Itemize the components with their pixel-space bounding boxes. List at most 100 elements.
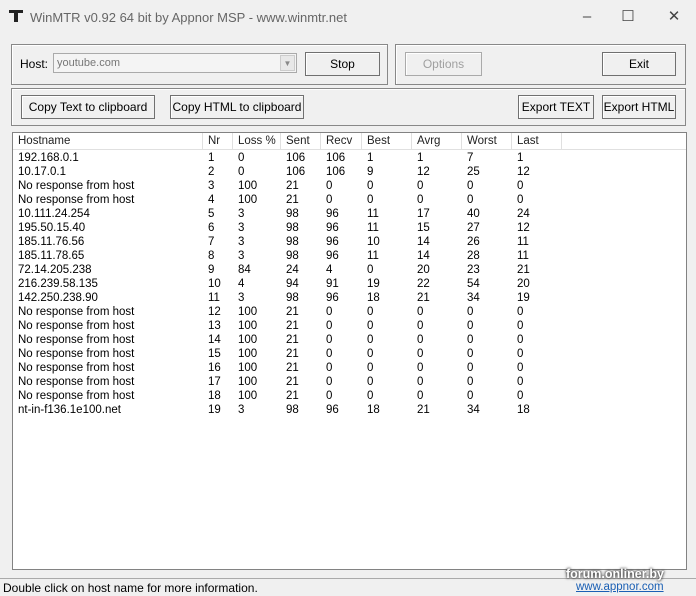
cell-recv: 0: [326, 376, 333, 388]
chevron-down-icon[interactable]: ▼: [280, 55, 295, 71]
cell-last: 1: [517, 152, 524, 164]
host-combobox[interactable]: youtube.com ▼: [53, 53, 297, 73]
cell-recv: 4: [326, 264, 333, 276]
table-row[interactable]: No response from host 16 100 21 0 0 0 0 0: [13, 361, 573, 375]
table-row[interactable]: No response from host 4 100 21 0 0 0 0 0: [13, 193, 573, 207]
cell-recv: 0: [326, 306, 333, 318]
appnor-link[interactable]: www.appnor.com: [576, 581, 664, 593]
table-row[interactable]: 10.17.0.1 2 0 106 106 9 12 25 12: [13, 165, 573, 179]
column-header-worst[interactable]: Worst: [462, 133, 512, 150]
cell-avrg: 0: [417, 180, 424, 192]
cell-worst: 0: [467, 180, 474, 192]
cell-avrg: 12: [417, 166, 430, 178]
cell-nr: 7: [208, 236, 215, 248]
column-header-loss[interactable]: Loss %: [233, 133, 281, 150]
cell-loss: 3: [238, 404, 245, 416]
cell-loss: 100: [238, 194, 258, 206]
cell-best: 0: [367, 264, 374, 276]
cell-worst: 25: [467, 166, 480, 178]
table-row[interactable]: No response from host 18 100 21 0 0 0 0 0: [13, 389, 573, 403]
cell-avrg: 0: [417, 334, 424, 346]
cell-last: 0: [517, 194, 524, 206]
table-row[interactable]: 185.11.78.65 8 3 98 96 11 14 28 11: [13, 249, 573, 263]
maximize-button[interactable]: ☐: [613, 6, 643, 28]
cell-loss: 100: [238, 306, 258, 318]
options-button[interactable]: Options: [405, 52, 482, 76]
table-row[interactable]: 72.14.205.238 9 84 24 4 0 20 23 21: [13, 263, 573, 277]
cell-worst: 26: [467, 236, 480, 248]
cell-worst: 28: [467, 250, 480, 262]
cell-sent: 98: [286, 222, 299, 234]
window-title: WinMTR v0.92 64 bit by Appnor MSP - www.…: [30, 10, 347, 25]
cell-recv: 0: [326, 348, 333, 360]
watermark: forum.onliner.by: [566, 567, 664, 581]
table-row[interactable]: No response from host 17 100 21 0 0 0 0 0: [13, 375, 573, 389]
copy-text-button[interactable]: Copy Text to clipboard: [21, 95, 155, 119]
cell-sent: 98: [286, 236, 299, 248]
column-header-last[interactable]: Last: [512, 133, 562, 150]
host-input[interactable]: youtube.com: [57, 57, 120, 69]
cell-last: 0: [517, 334, 524, 346]
close-button[interactable]: ✕: [659, 6, 689, 28]
app-icon: [9, 10, 23, 22]
copy-html-button[interactable]: Copy HTML to clipboard: [170, 95, 304, 119]
column-header-nr[interactable]: Nr: [203, 133, 233, 150]
results-table[interactable]: Hostname Nr Loss % Sent Recv Best Avrg Worst Las…: [12, 132, 687, 570]
column-header-best[interactable]: Best: [362, 133, 412, 150]
cell-sent: 21: [286, 334, 299, 346]
cell-nr: 1: [208, 152, 215, 164]
minimize-button[interactable]: –: [572, 6, 602, 28]
cell-worst: 0: [467, 334, 474, 346]
cell-nr: 17: [208, 376, 221, 388]
cell-nr: 12: [208, 306, 221, 318]
cell-avrg: 15: [417, 222, 430, 234]
table-row[interactable]: nt-in-f136.1e100.net 19 3 98 96 18 21 34 18: [13, 403, 573, 417]
table-row[interactable]: 195.50.15.40 6 3 98 96 11 15 27 12: [13, 221, 573, 235]
column-header-hostname[interactable]: Hostname: [13, 133, 203, 150]
cell-last: 0: [517, 306, 524, 318]
cell-loss: 100: [238, 348, 258, 360]
cell-loss: 0: [238, 166, 245, 178]
column-header-filler: [562, 133, 688, 150]
exit-button[interactable]: Exit: [602, 52, 676, 76]
cell-recv: 96: [326, 208, 339, 220]
column-header-sent[interactable]: Sent: [281, 133, 321, 150]
column-header-recv[interactable]: Recv: [321, 133, 362, 150]
stop-button[interactable]: Stop: [305, 52, 380, 76]
cell-last: 21: [517, 264, 530, 276]
cell-nr: 13: [208, 320, 221, 332]
table-row[interactable]: No response from host 3 100 21 0 0 0 0 0: [13, 179, 573, 193]
cell-sent: 21: [286, 306, 299, 318]
export-text-button[interactable]: Export TEXT: [518, 95, 594, 119]
cell-hostname: No response from host: [18, 194, 135, 206]
column-header-avrg[interactable]: Avrg: [412, 133, 462, 150]
table-row[interactable]: 192.168.0.1 1 0 106 106 1 1 7 1: [13, 151, 573, 165]
status-text: Double click on host name for more infor…: [3, 581, 258, 595]
cell-hostname: 195.50.15.40: [18, 222, 86, 234]
cell-sent: 106: [286, 152, 306, 164]
table-row[interactable]: 185.11.76.56 7 3 98 96 10 14 26 11: [13, 235, 573, 249]
cell-recv: 96: [326, 292, 339, 304]
cell-loss: 3: [238, 250, 245, 262]
cell-hostname: No response from host: [18, 180, 135, 192]
cell-worst: 0: [467, 348, 474, 360]
table-row[interactable]: No response from host 14 100 21 0 0 0 0 0: [13, 333, 573, 347]
table-row[interactable]: No response from host 12 100 21 0 0 0 0 0: [13, 305, 573, 319]
export-html-button[interactable]: Export HTML: [602, 95, 676, 119]
cell-loss: 100: [238, 334, 258, 346]
table-row[interactable]: No response from host 13 100 21 0 0 0 0 0: [13, 319, 573, 333]
cell-hostname: 142.250.238.90: [18, 292, 98, 304]
table-row[interactable]: No response from host 15 100 21 0 0 0 0 0: [13, 347, 573, 361]
cell-loss: 0: [238, 152, 245, 164]
cell-last: 24: [517, 208, 530, 220]
cell-best: 0: [367, 320, 374, 332]
table-row[interactable]: 10.111.24.254 5 3 98 96 11 17 40 24: [13, 207, 573, 221]
cell-worst: 54: [467, 278, 480, 290]
cell-nr: 10: [208, 278, 221, 290]
cell-avrg: 0: [417, 320, 424, 332]
cell-avrg: 1: [417, 152, 424, 164]
cell-best: 0: [367, 180, 374, 192]
table-row[interactable]: 216.239.58.135 10 4 94 91 19 22 54 20: [13, 277, 573, 291]
table-row[interactable]: 142.250.238.90 11 3 98 96 18 21 34 19: [13, 291, 573, 305]
cell-worst: 0: [467, 376, 474, 388]
